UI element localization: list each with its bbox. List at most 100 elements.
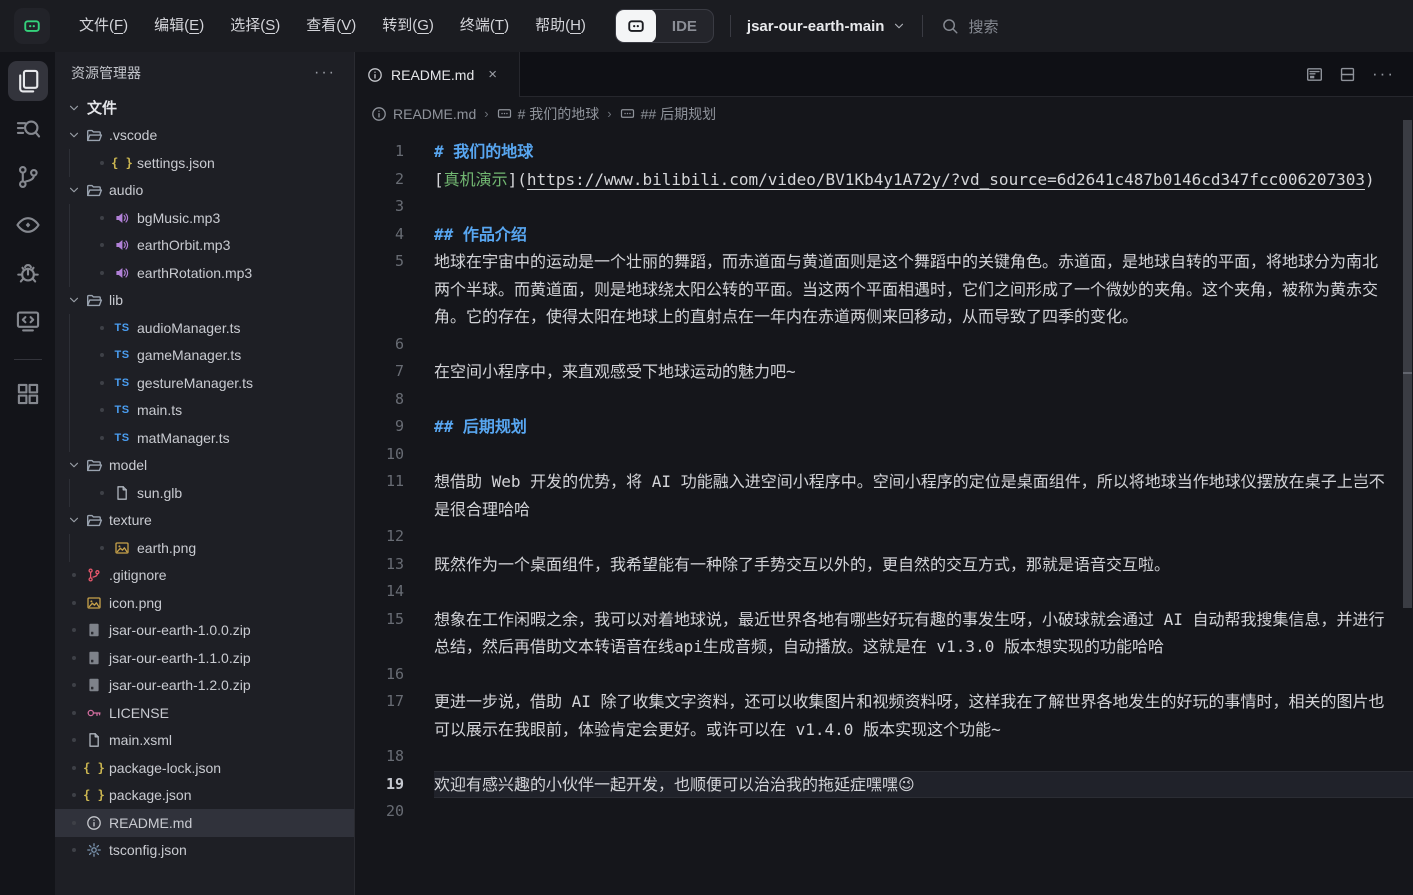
- editor-actions: ···: [1306, 52, 1413, 96]
- code-line-13[interactable]: 13既然作为一个桌面组件，我希望能有一种除了手势交互以外的，更自然的交互方式，那…: [355, 551, 1413, 579]
- tree-file-jsar-our-earth-1.0.0.zip[interactable]: jsar-our-earth-1.0.0.zip: [55, 617, 354, 645]
- code-line-17[interactable]: 17 更进一步说，借助 AI 除了收集文字资料，还可以收集图片和视频资料呀，这样我…: [355, 688, 1413, 743]
- activity-search[interactable]: [8, 109, 48, 149]
- editor-content[interactable]: 1 # 我们的地球2[真机演示](https://www.bilibili.com…: [355, 130, 1413, 895]
- tree-file-bgMusic.mp3[interactable]: bgMusic.mp3: [55, 204, 354, 232]
- tab-readme[interactable]: README.md ×: [355, 52, 520, 97]
- code-line-9[interactable]: 9## 后期规划: [355, 413, 1413, 441]
- tree-file-tsconfig.json[interactable]: tsconfig.json: [55, 837, 354, 865]
- tree-file-jsar-our-earth-1.2.0.zip[interactable]: jsar-our-earth-1.2.0.zip: [55, 672, 354, 700]
- tree-file-package.json[interactable]: { }package.json: [55, 782, 354, 810]
- audio-icon: [111, 210, 133, 226]
- typescript-icon: TS: [111, 377, 133, 389]
- breadcrumb-separator: ›: [607, 106, 611, 121]
- tree-folder-lib[interactable]: lib: [55, 287, 354, 315]
- tree-item-label: bgMusic.mp3: [137, 210, 220, 226]
- tree-item-label: texture: [109, 512, 152, 528]
- tree-file-settings.json[interactable]: { }settings.json: [55, 149, 354, 177]
- tree-folder-audio[interactable]: audio: [55, 177, 354, 205]
- tree-file-main.xsml[interactable]: main.xsml: [55, 727, 354, 755]
- code-line-8[interactable]: 8: [355, 386, 1413, 414]
- title-bar: 文件(F)编辑(E)选择(S)查看(V)转到(G)终端(T)帮助(H) IDE …: [0, 0, 1413, 52]
- activity-simulator[interactable]: [8, 301, 48, 341]
- menu-selection[interactable]: 选择(S): [217, 0, 293, 52]
- activity-explorer[interactable]: [8, 61, 48, 101]
- tree-folder-.vscode[interactable]: .vscode: [55, 122, 354, 150]
- tree-item-bullet: [93, 161, 111, 165]
- explorer-more-actions[interactable]: ···: [314, 64, 336, 82]
- breadcrumb-item[interactable]: ## 后期规划: [620, 104, 716, 124]
- code-line-11[interactable]: 11想借助 Web 开发的优势，将 AI 功能融入进空间小程序中。空间小程序的定…: [355, 468, 1413, 523]
- activity-debug[interactable]: [8, 253, 48, 293]
- menu-file[interactable]: 文件(F): [66, 0, 141, 52]
- breadcrumb-item[interactable]: README.md: [371, 106, 476, 122]
- code-line-7[interactable]: 7在空间小程序中，来直观感受下地球运动的魅力吧~: [355, 358, 1413, 386]
- menu-help[interactable]: 帮助(H): [522, 0, 599, 52]
- tree-root-files[interactable]: 文件: [55, 94, 354, 122]
- tree-file-README.md[interactable]: README.md: [55, 809, 354, 837]
- tree-file-audioManager.ts[interactable]: TSaudioManager.ts: [55, 314, 354, 342]
- activity-preview[interactable]: [8, 205, 48, 245]
- menu-edit[interactable]: 编辑(E): [141, 0, 217, 52]
- code-line-19[interactable]: 19欢迎有感兴趣的小伙伴一起开发，也顺便可以治治我的拖延症嘿嘿😉: [355, 771, 1413, 799]
- line-text: [434, 798, 1385, 826]
- split-editor-button[interactable]: [1339, 66, 1356, 83]
- tree-file-sun.glb[interactable]: sun.glb: [55, 479, 354, 507]
- line-text: [434, 578, 1385, 606]
- code-line-16[interactable]: 16: [355, 661, 1413, 689]
- code-line-20[interactable]: 20: [355, 798, 1413, 826]
- line-text: 想象在工作闲暇之余，我可以对着地球说，最近世界各地有哪些好玩有趣的事发生呀，小破…: [434, 606, 1385, 661]
- tree-file-earthRotation.mp3[interactable]: earthRotation.mp3: [55, 259, 354, 287]
- line-number: 17: [355, 688, 404, 743]
- line-text: [434, 523, 1385, 551]
- project-switcher[interactable]: jsar-our-earth-main: [747, 18, 907, 35]
- activity-apps[interactable]: [8, 374, 48, 414]
- code-line-3[interactable]: 3: [355, 193, 1413, 221]
- tree-file-gameManager.ts[interactable]: TSgameManager.ts: [55, 342, 354, 370]
- code-line-6[interactable]: 6: [355, 331, 1413, 359]
- tree-file-LICENSE[interactable]: LICENSE: [55, 699, 354, 727]
- line-number: 1: [355, 138, 404, 166]
- tree-file-earth.png[interactable]: earth.png: [55, 534, 354, 562]
- code-line-2[interactable]: 2[真机演示](https://www.bilibili.com/video/B…: [355, 166, 1413, 194]
- code-line-4[interactable]: 4## 作品介绍: [355, 221, 1413, 249]
- app-logo[interactable]: [14, 8, 50, 44]
- editor-scrollbar[interactable]: [1403, 120, 1412, 608]
- tree-file-gestureManager.ts[interactable]: TSgestureManager.ts: [55, 369, 354, 397]
- line-number: 3: [355, 193, 404, 221]
- code-line-12[interactable]: 12: [355, 523, 1413, 551]
- code-line-5[interactable]: 5地球在宇宙中的运动是一个壮丽的舞蹈，而赤道面与黄道面则是这个舞蹈中的关键角色。…: [355, 248, 1413, 331]
- menu-view[interactable]: 查看(V): [293, 0, 369, 52]
- code-line-10[interactable]: 10: [355, 441, 1413, 469]
- tree-file-icon.png[interactable]: icon.png: [55, 589, 354, 617]
- menu-goto[interactable]: 转到(G): [369, 0, 447, 52]
- close-icon[interactable]: ×: [488, 66, 497, 83]
- menu-terminal[interactable]: 终端(T): [447, 0, 522, 52]
- code-line-1[interactable]: 1 # 我们的地球: [355, 138, 1413, 166]
- code-line-14[interactable]: 14: [355, 578, 1413, 606]
- tree-file-.gitignore[interactable]: .gitignore: [55, 562, 354, 590]
- tree-file-main.ts[interactable]: TSmain.ts: [55, 397, 354, 425]
- line-number: 12: [355, 523, 404, 551]
- tree-file-matManager.ts[interactable]: TSmatManager.ts: [55, 424, 354, 452]
- tree-item-label: main.xsml: [109, 732, 172, 748]
- breadcrumb-item[interactable]: # 我们的地球: [497, 104, 600, 124]
- tree-item-label: package.json: [109, 787, 192, 803]
- tree-item-label: earthOrbit.mp3: [137, 237, 230, 253]
- tree-item-bullet: [65, 793, 83, 797]
- chevron-down-icon: [65, 458, 83, 472]
- global-search[interactable]: 搜索: [941, 16, 998, 37]
- line-text: 更进一步说，借助 AI 除了收集文字资料，还可以收集图片和视频资料呀，这样我在了…: [434, 688, 1385, 743]
- tree-folder-model[interactable]: model: [55, 452, 354, 480]
- tree-file-package-lock.json[interactable]: { }package-lock.json: [55, 754, 354, 782]
- code-line-18[interactable]: 18: [355, 743, 1413, 771]
- open-preview-button[interactable]: [1306, 66, 1323, 83]
- line-text: # 我们的地球: [434, 138, 1385, 166]
- tree-file-earthOrbit.mp3[interactable]: earthOrbit.mp3: [55, 232, 354, 260]
- tree-folder-texture[interactable]: texture: [55, 507, 354, 535]
- code-line-15[interactable]: 15想象在工作闲暇之余，我可以对着地球说，最近世界各地有哪些好玩有趣的事发生呀，…: [355, 606, 1413, 661]
- ide-mode-toggle[interactable]: IDE: [615, 9, 714, 43]
- tree-file-jsar-our-earth-1.1.0.zip[interactable]: jsar-our-earth-1.1.0.zip: [55, 644, 354, 672]
- more-actions-button[interactable]: ···: [1372, 64, 1395, 84]
- activity-source-control[interactable]: [8, 157, 48, 197]
